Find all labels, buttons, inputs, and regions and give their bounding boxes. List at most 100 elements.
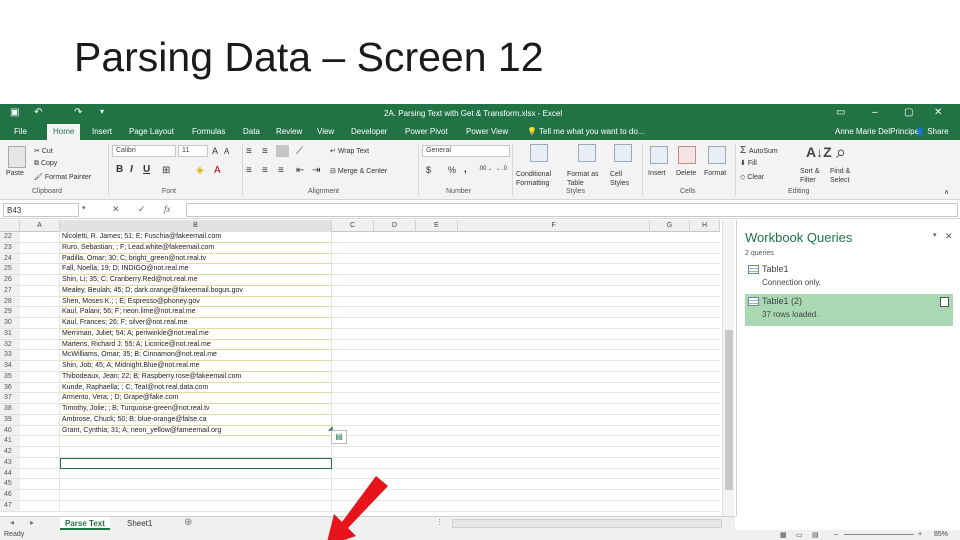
cell-b[interactable]: Shen, Moses K.; ; E; Espresso@phoney.gov xyxy=(60,296,332,308)
find-select-button[interactable]: Find & Select xyxy=(830,167,862,185)
close-icon[interactable]: ✕ xyxy=(934,107,942,118)
cell-a[interactable] xyxy=(20,296,60,308)
row-number[interactable]: 41 xyxy=(0,436,20,447)
empty-cells[interactable] xyxy=(332,501,720,512)
query-menu-icon[interactable] xyxy=(940,297,949,307)
align-top-icon[interactable]: ≡ xyxy=(246,146,252,157)
sort-filter-button[interactable]: Sort & Filter xyxy=(800,167,832,185)
row-number[interactable]: 38 xyxy=(0,404,20,415)
cell-a[interactable] xyxy=(20,275,60,286)
row-number[interactable]: 27 xyxy=(0,285,20,297)
empty-cells[interactable] xyxy=(332,307,720,318)
insert-cells-icon[interactable] xyxy=(650,146,668,164)
cell-b[interactable]: Ambrose, Chuck; 50; B; blue-orange@false… xyxy=(60,414,332,426)
empty-cells[interactable] xyxy=(332,275,720,286)
restore-icon[interactable]: ▢ xyxy=(904,107,913,118)
fill-button[interactable]: ⬇ Fill xyxy=(740,159,757,167)
comma-button[interactable]: , xyxy=(464,164,467,175)
cell-a[interactable] xyxy=(20,232,60,243)
undo-icon[interactable]: ↶ xyxy=(34,107,42,118)
borders-icon[interactable]: ⊞ xyxy=(162,165,170,176)
cell-a[interactable] xyxy=(20,490,60,501)
decrease-indent-icon[interactable]: ⇤ xyxy=(296,165,304,176)
ribbon-display-icon[interactable]: ▭ xyxy=(836,107,845,118)
tab-view[interactable]: View xyxy=(317,127,334,136)
cell-a[interactable] xyxy=(20,425,60,437)
empty-cells[interactable] xyxy=(332,254,720,265)
cell-a[interactable] xyxy=(20,371,60,383)
align-right-icon[interactable]: ≡ xyxy=(278,165,284,176)
cell-a[interactable] xyxy=(20,414,60,426)
row-number[interactable]: 30 xyxy=(0,318,20,329)
save-icon[interactable]: ▣ xyxy=(10,107,19,118)
cell-b[interactable]: Nicoletti, R. James; 51; E; Fuschia@fake… xyxy=(60,232,332,243)
cell-a[interactable] xyxy=(20,339,60,351)
shrink-font-icon[interactable]: A xyxy=(224,147,229,156)
cell-b[interactable] xyxy=(60,500,332,512)
cell-b[interactable]: Kaul, Palani; 56; F; neon.lime@not.real.… xyxy=(60,307,332,318)
conditional-formatting-button[interactable]: Conditional Formatting xyxy=(516,170,566,188)
empty-cells[interactable] xyxy=(332,479,720,490)
column-header-c[interactable]: C xyxy=(332,220,374,232)
collapse-ribbon-icon[interactable]: ∧ xyxy=(944,188,949,196)
tab-developer[interactable]: Developer xyxy=(351,127,387,136)
tab-file[interactable]: File xyxy=(14,127,27,136)
tab-power-view[interactable]: Power View xyxy=(466,127,508,136)
row-number[interactable]: 35 xyxy=(0,371,20,383)
column-header-e[interactable]: E xyxy=(416,220,458,232)
empty-cells[interactable] xyxy=(332,329,720,340)
row-number[interactable]: 46 xyxy=(0,490,20,501)
formula-input[interactable] xyxy=(186,203,958,217)
empty-cells[interactable] xyxy=(332,415,720,426)
empty-cells[interactable] xyxy=(332,243,720,254)
empty-cells[interactable] xyxy=(332,426,720,437)
cell-b[interactable] xyxy=(60,479,332,490)
tab-splitter-icon[interactable]: ⋮ xyxy=(436,518,443,526)
row-number[interactable]: 28 xyxy=(0,296,20,308)
cell-b[interactable]: Grant, Cynthia; 31; A; neon_yellow@famee… xyxy=(60,425,332,437)
cell-b[interactable]: Shin, Li; 35; C; Cranberry.Red@not.real.… xyxy=(60,275,332,286)
row-number[interactable]: 24 xyxy=(0,253,20,265)
insert-cells-button[interactable]: Insert xyxy=(648,170,666,177)
cell-b[interactable]: McWilliams, Omar; 35; B; Cinnamon@not.re… xyxy=(60,350,332,361)
empty-cells[interactable] xyxy=(332,361,720,372)
align-bottom-icon[interactable] xyxy=(276,145,289,157)
worksheet-grid[interactable]: A B C D E F G H 22 Nicoletti, R. James; 5… xyxy=(0,220,720,518)
empty-cells[interactable] xyxy=(332,469,720,480)
column-header-a[interactable]: A xyxy=(20,220,60,232)
cut-button[interactable]: ✂ Cut xyxy=(34,147,53,155)
cell-b[interactable]: Kunde, Raphaella; ; C; Teal@not.real.dat… xyxy=(60,382,332,394)
horizontal-scrollbar[interactable] xyxy=(452,519,722,528)
tab-page-layout[interactable]: Page Layout xyxy=(129,127,174,136)
cell-a[interactable] xyxy=(20,447,60,458)
cell-a[interactable] xyxy=(20,457,60,469)
cell-b[interactable]: Shin, Job; 45; A; Midnight.Blue@not.real… xyxy=(60,361,332,372)
orientation-icon[interactable]: ⟋ xyxy=(296,146,303,157)
fill-color-icon[interactable]: ◈ xyxy=(196,165,204,176)
column-header-g[interactable]: G xyxy=(650,220,690,232)
sort-filter-icon[interactable]: A↓Z xyxy=(806,144,832,160)
cell-b[interactable]: Padilla, Omar; 30; C; bright_green@not.r… xyxy=(60,253,332,265)
empty-cells[interactable] xyxy=(332,297,720,308)
cell-b[interactable] xyxy=(60,447,332,458)
row-number[interactable]: 47 xyxy=(0,500,20,512)
format-cells-button[interactable]: Format xyxy=(704,170,726,177)
align-middle-icon[interactable]: ≡ xyxy=(262,146,268,157)
user-name[interactable]: Anne Marie DelPrincipe xyxy=(835,127,919,136)
active-cell[interactable] xyxy=(60,457,332,469)
underline-button[interactable]: U xyxy=(143,164,150,175)
page-layout-view-icon[interactable]: ▭ xyxy=(796,531,803,539)
empty-cells[interactable] xyxy=(332,458,720,469)
query-item-selected[interactable]: Table1 (2) 37 rows loaded. xyxy=(745,294,953,326)
cell-a[interactable] xyxy=(20,361,60,372)
row-number[interactable]: 26 xyxy=(0,275,20,286)
row-number[interactable]: 32 xyxy=(0,339,20,351)
row-number[interactable]: 40 xyxy=(0,425,20,437)
cell-a[interactable] xyxy=(20,500,60,512)
cell-a[interactable] xyxy=(20,264,60,275)
tab-formulas[interactable]: Formulas xyxy=(192,127,225,136)
cell-b[interactable] xyxy=(60,468,332,480)
row-number[interactable]: 39 xyxy=(0,414,20,426)
cell-a[interactable] xyxy=(20,307,60,318)
row-number[interactable]: 25 xyxy=(0,264,20,275)
